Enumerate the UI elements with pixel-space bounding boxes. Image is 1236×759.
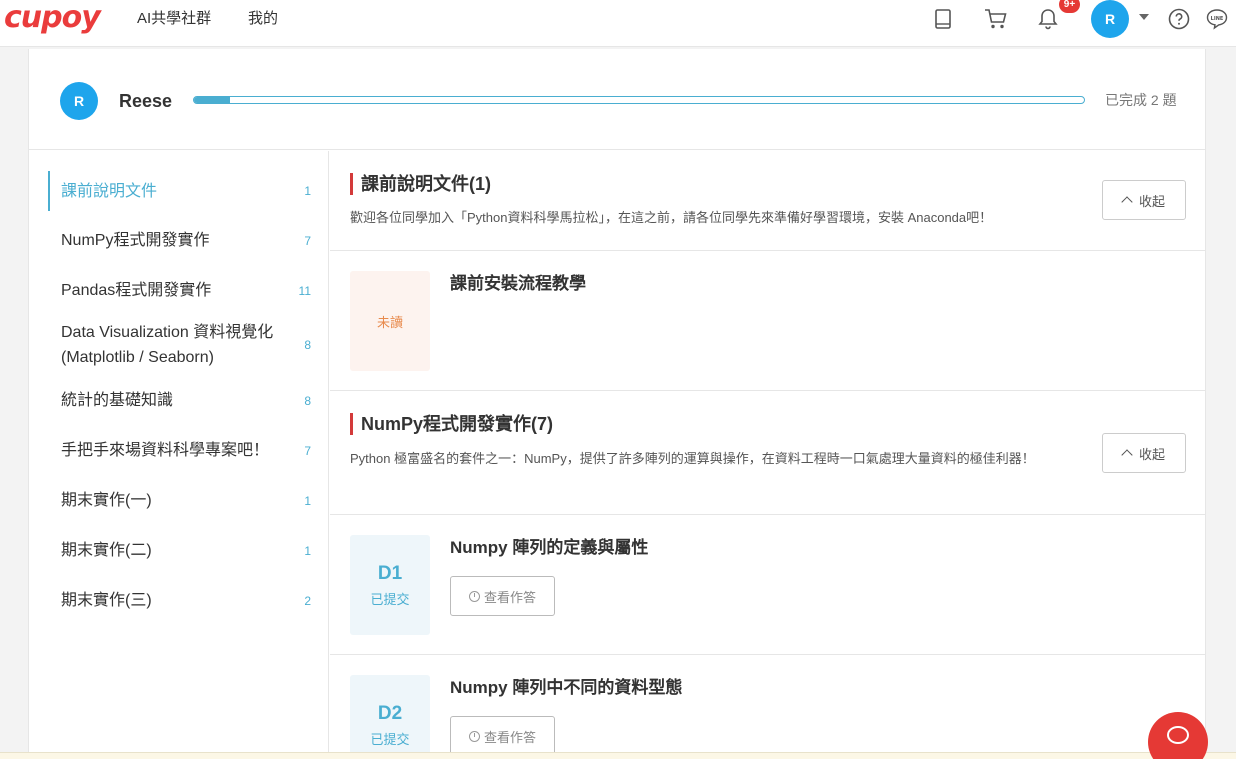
- lesson-title[interactable]: Numpy 陣列的定義與屬性: [450, 537, 648, 559]
- svg-text:LINE: LINE: [1211, 16, 1224, 22]
- sidebar-item-data-science-project[interactable]: 手把手來場資料科學專案吧！ 7: [49, 438, 311, 463]
- cupoy-logo[interactable]: cupoy: [4, 2, 101, 34]
- section-description: Python 極富盛名的套件之一：NumPy，提供了許多陣列的運算與操作，在資料…: [350, 451, 1035, 466]
- section-description: 歡迎各位同學加入「Python資料科學馬拉松」，在這之前，請各位同學先來準備好學…: [350, 210, 993, 225]
- sidebar-item-count: 11: [298, 283, 311, 298]
- bell-icon[interactable]: [1035, 6, 1061, 32]
- clock-icon: [468, 590, 480, 602]
- sidebar-item-count: 1: [304, 493, 311, 508]
- sidebar-item-final-project-2[interactable]: 期末實作(二) 1: [49, 538, 311, 563]
- sidebar-item-label: Data Visualization 資料視覺化 (Matplotlib / S…: [61, 324, 274, 366]
- progress-bar-fill: [194, 97, 230, 103]
- sidebar-item-final-project-1[interactable]: 期末實作(一) 1: [49, 488, 311, 513]
- lesson-status-tile: 未讀: [350, 271, 430, 371]
- help-icon[interactable]: [1166, 6, 1192, 32]
- cart-icon[interactable]: [983, 6, 1009, 32]
- view-answer-button[interactable]: 查看作答: [450, 716, 555, 756]
- lesson-title[interactable]: Numpy 陣列中不同的資料型態: [450, 677, 682, 699]
- view-answer-label: 查看作答: [483, 589, 536, 605]
- sidebar-item-label: 期末實作(三): [61, 592, 152, 609]
- top-navbar: cupoy AI共學社群 我的 9+ R LINE: [0, 0, 1236, 47]
- progress-bar: [193, 96, 1085, 104]
- section-title: NumPy程式開發實作(7): [350, 413, 553, 435]
- sidebar-item-count: 8: [304, 393, 311, 408]
- view-answer-label: 查看作答: [483, 729, 536, 745]
- collapse-button[interactable]: 收起: [1102, 433, 1186, 473]
- sidebar-item-count: 8: [304, 338, 311, 352]
- sidebar-item-count: 1: [304, 184, 311, 198]
- lesson-item[interactable]: D1 已提交 Numpy 陣列的定義與屬性 查看作答: [330, 515, 1205, 655]
- collapse-label: 收起: [1138, 193, 1165, 209]
- sidebar-item-count: 7: [304, 233, 311, 248]
- lesson-item[interactable]: D2 已提交 Numpy 陣列中不同的資料型態 查看作答: [330, 655, 1205, 759]
- line-icon[interactable]: LINE: [1204, 6, 1230, 32]
- notification-badge: 9+: [1059, 0, 1080, 13]
- book-icon[interactable]: [930, 6, 956, 32]
- sidebar-item-label: Pandas程式開發實作: [61, 282, 212, 299]
- nav-link-mine[interactable]: 我的: [248, 10, 278, 28]
- chat-bubble-icon: [1167, 726, 1189, 744]
- section-header: 課前說明文件(1) 歡迎各位同學加入「Python資料科學馬拉松」，在這之前，請…: [330, 151, 1205, 251]
- lesson-status-tile: D1 已提交: [350, 535, 430, 635]
- sidebar-item-count: 2: [304, 593, 311, 608]
- sidebar-item-pandas[interactable]: Pandas程式開發實作 11: [49, 278, 311, 303]
- chevron-up-icon: [1121, 196, 1133, 208]
- sidebar-item-count: 7: [304, 443, 311, 458]
- sidebar-item-final-project-3[interactable]: 期末實作(三) 2: [49, 588, 311, 613]
- lesson-status-tile: D2 已提交: [350, 675, 430, 759]
- collapse-label: 收起: [1138, 446, 1165, 462]
- course-card: R Reese 已完成 2 題 課前說明文件 1 NumPy程式開發實作 7 P…: [28, 49, 1206, 759]
- progress-label: 已完成 2 題: [1105, 92, 1177, 108]
- view-answer-button[interactable]: 查看作答: [450, 576, 555, 616]
- sidebar-item-statistics[interactable]: 統計的基礎知識 8: [49, 388, 311, 413]
- lesson-day: D2: [377, 703, 403, 724]
- bottom-strip: [0, 752, 1236, 759]
- sidebar-item-data-visualization[interactable]: Data Visualization 資料視覺化 (Matplotlib / S…: [49, 320, 311, 370]
- sidebar-item-label: 課前說明文件: [61, 182, 158, 200]
- sidebar-item-label: 期末實作(二): [61, 542, 152, 559]
- lesson-status: 未讀: [376, 314, 403, 330]
- chapter-sidebar: 課前說明文件 1 NumPy程式開發實作 7 Pandas程式開發實作 11 D…: [29, 151, 329, 759]
- progress-header: R Reese 已完成 2 題: [29, 49, 1205, 150]
- section-title: 課前說明文件(1): [350, 173, 491, 195]
- lesson-list: 課前說明文件(1) 歡迎各位同學加入「Python資料科學馬拉松」，在這之前，請…: [330, 151, 1205, 759]
- section-header: NumPy程式開發實作(7) Python 極富盛名的套件之一：NumPy，提供…: [330, 391, 1205, 515]
- sidebar-item-count: 1: [304, 543, 311, 558]
- clock-icon: [468, 730, 480, 742]
- sidebar-item-label: 手把手來場資料科學專案吧！: [61, 442, 270, 459]
- sidebar-item-label: 統計的基礎知識: [61, 392, 174, 409]
- nav-link-ai-community[interactable]: AI共學社群: [137, 10, 211, 28]
- avatar: R: [60, 82, 98, 120]
- lesson-title[interactable]: 課前安裝流程教學: [450, 273, 586, 295]
- lesson-day: D1: [377, 563, 403, 584]
- chevron-up-icon: [1121, 449, 1133, 461]
- user-name: Reese: [119, 91, 173, 111]
- avatar[interactable]: R: [1091, 0, 1129, 38]
- sidebar-item-label: NumPy程式開發實作: [61, 232, 210, 249]
- lesson-status: 已提交: [370, 592, 410, 607]
- lesson-status: 已提交: [370, 732, 410, 747]
- chevron-down-icon[interactable]: [1139, 14, 1149, 20]
- lesson-item[interactable]: 未讀 課前安裝流程教學: [330, 251, 1205, 391]
- sidebar-item-pre-class-docs[interactable]: 課前說明文件 1: [48, 171, 311, 211]
- collapse-button[interactable]: 收起: [1102, 180, 1186, 220]
- sidebar-item-label: 期末實作(一): [61, 492, 152, 509]
- sidebar-item-numpy[interactable]: NumPy程式開發實作 7: [49, 228, 311, 253]
